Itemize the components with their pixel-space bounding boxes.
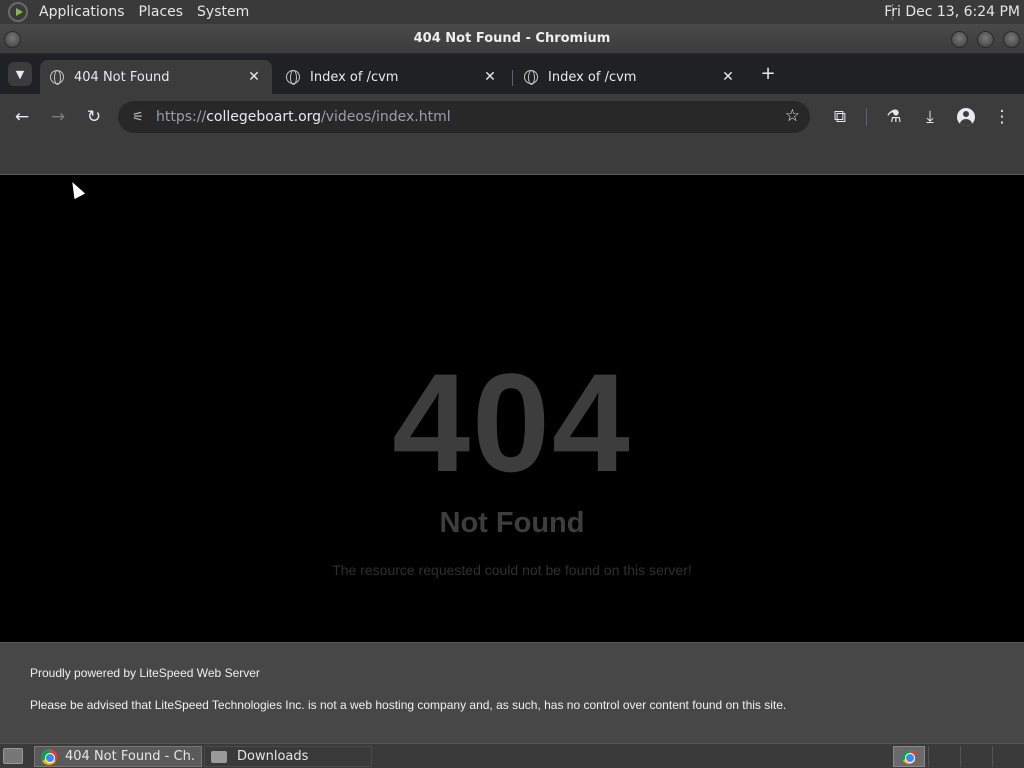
minimize-button[interactable] (951, 31, 968, 48)
plus-icon: + (760, 63, 776, 84)
taskbar-item-chromium[interactable]: 404 Not Found - Ch... (34, 746, 202, 767)
window-menu-button[interactable] (4, 31, 21, 48)
page-footer: Proudly powered by LiteSpeed Web Server … (0, 642, 1024, 743)
downloads-button[interactable]: ⤓ (917, 104, 943, 130)
show-desktop-button[interactable] (3, 748, 23, 764)
footer-powered-by: Proudly powered by LiteSpeed Web Server (30, 666, 260, 680)
footer-notice: Please be advised that LiteSpeed Technol… (30, 698, 787, 712)
tab-divider (512, 70, 513, 86)
chromium-icon (902, 749, 916, 764)
address-bar[interactable]: ⚟ https://collegeboart.org/videos/index.… (118, 101, 810, 133)
profile-button[interactable] (953, 104, 979, 130)
task-label: Downloads (237, 749, 309, 764)
globe-icon (286, 70, 300, 85)
taskbar-item-downloads[interactable]: Downloads (204, 746, 372, 767)
menu-button[interactable]: ⋮ (989, 104, 1015, 130)
tab-title: Index of /cvm (310, 69, 399, 85)
window-titlebar[interactable]: 404 Not Found - Chromium (0, 24, 1024, 54)
tab-index-of-cvm-2[interactable]: Index of /cvm ✕ (514, 60, 746, 94)
extensions-button[interactable]: ⧉ (827, 104, 853, 130)
chevron-down-icon: ▼ (15, 67, 25, 81)
close-tab-icon[interactable]: ✕ (720, 69, 736, 85)
workspace-switcher[interactable] (893, 746, 925, 767)
forward-icon: → (50, 107, 66, 127)
close-window-button[interactable] (1003, 31, 1020, 48)
panel-menu: Applications Places System (0, 0, 256, 24)
url-path: /videos/index.html (321, 109, 451, 125)
places-menu[interactable]: Places (132, 0, 191, 24)
url-scheme: https:// (156, 109, 207, 125)
new-tab-button[interactable]: + (758, 62, 778, 86)
download-icon: ⤓ (926, 107, 934, 127)
task-label: 404 Not Found - Ch... (65, 749, 195, 764)
url-host: collegeboart.org (206, 109, 322, 125)
browser-toolbar: ← → ↻ ⚟ https://collegeboart.org/videos/… (0, 94, 1024, 140)
maximize-button[interactable] (977, 31, 994, 48)
extensions-icon: ⧉ (833, 107, 847, 127)
back-icon: ← (14, 107, 30, 127)
bookmark-star-icon[interactable]: ☆ (785, 106, 800, 126)
close-tab-icon[interactable]: ✕ (482, 69, 498, 85)
menu-icon: ⋮ (993, 107, 1011, 127)
reload-icon: ↻ (86, 107, 102, 127)
tab-strip: ▼ 404 Not Found ✕ Index of /cvm ✕ Index … (0, 54, 1024, 94)
tab-title: Index of /cvm (548, 69, 637, 85)
folder-icon (211, 750, 227, 763)
toolbar-separator (866, 108, 867, 126)
clock[interactable]: Fri Dec 13, 6:24 PM (884, 0, 1020, 24)
workspace-divider (928, 746, 929, 767)
close-tab-icon[interactable]: ✕ (246, 69, 262, 85)
tab-index-of-cvm-1[interactable]: Index of /cvm ✕ (276, 60, 508, 94)
workspace-divider (960, 746, 961, 767)
chromium-icon (41, 748, 57, 765)
error-code: 404 (392, 344, 632, 501)
window-title: 404 Not Found - Chromium (413, 31, 611, 46)
labs-button[interactable]: ⚗ (881, 104, 907, 130)
site-settings-icon[interactable]: ⚟ (120, 110, 156, 125)
globe-icon (50, 70, 64, 85)
error-message: The resource requested could not be foun… (332, 562, 692, 578)
top-panel: Applications Places System Fri Dec 13, 6… (0, 0, 1024, 24)
distro-logo-icon[interactable] (8, 2, 28, 22)
workspace-divider (992, 746, 993, 767)
back-button[interactable]: ← (9, 104, 35, 130)
tab-404-not-found[interactable]: 404 Not Found ✕ (40, 60, 272, 94)
labs-icon: ⚗ (886, 107, 902, 127)
forward-button[interactable]: → (45, 104, 71, 130)
globe-icon (524, 70, 538, 85)
bottom-taskbar: 404 Not Found - Ch... Downloads (0, 743, 1024, 768)
applications-menu[interactable]: Applications (32, 0, 132, 24)
bookmarks-bar (0, 140, 1024, 175)
profile-icon (957, 108, 975, 126)
error-title: Not Found (439, 507, 585, 539)
page-content: 404 Not Found The resource requested cou… (0, 175, 1024, 642)
tab-title: 404 Not Found (74, 69, 170, 85)
system-menu[interactable]: System (190, 0, 256, 24)
reload-button[interactable]: ↻ (81, 104, 107, 130)
url-text[interactable]: https://collegeboart.org/videos/index.ht… (156, 109, 451, 125)
tab-search-button[interactable]: ▼ (8, 62, 32, 86)
